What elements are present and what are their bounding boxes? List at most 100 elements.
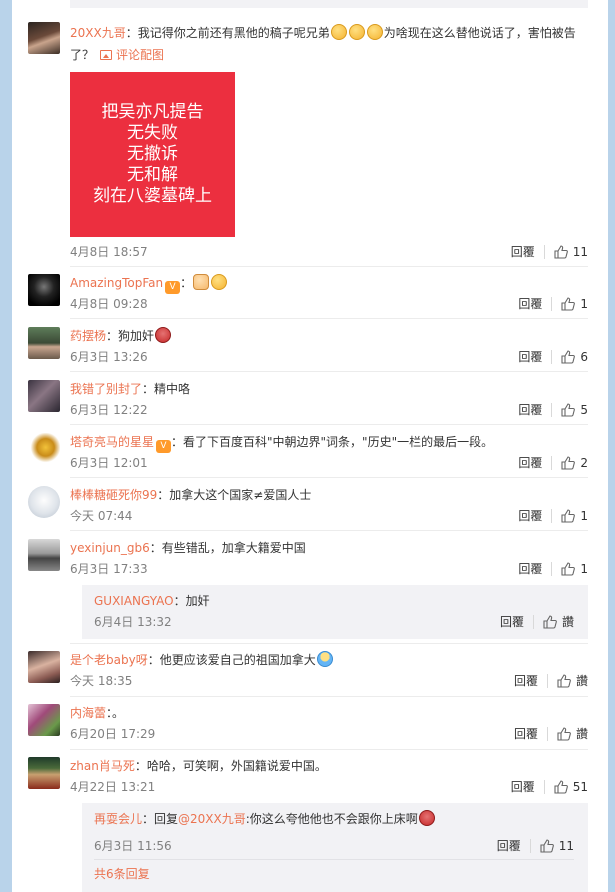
thumb-up-icon[interactable]	[554, 245, 568, 259]
thumb-up-icon[interactable]	[561, 297, 576, 311]
thumb-up-icon[interactable]	[561, 403, 576, 417]
divider	[70, 424, 588, 425]
reply-button[interactable]: 回覆	[518, 508, 542, 524]
reply-list: GUXIANGYAO：加奸 6月4日 13:32 回覆 讚	[82, 585, 588, 639]
like-count: 11	[558, 839, 574, 853]
divider	[94, 859, 574, 860]
comment-actions: 回覆 51	[511, 779, 588, 795]
cover-face-emoji-icon	[418, 810, 435, 826]
reply-list: 再耍会儿：回复@20XX九哥:你这么夸他他也不会跟你上床啊 6月3日 11:56…	[82, 803, 588, 892]
reply-time: 6月4日 13:32	[94, 615, 172, 629]
reply-item: 再耍会儿：回复@20XX九哥:你这么夸他他也不会跟你上床啊 6月3日 11:56…	[94, 809, 574, 853]
comment-item: 塔奇亮马的星星 V ：看了下百度百科"中朝边界"词条，"历史"一栏的最后一段。 6月…	[28, 433, 588, 473]
comment-photo-link[interactable]: 评论配图	[94, 48, 164, 62]
reply-button[interactable]: 回覆	[518, 349, 542, 365]
image-icon	[100, 50, 113, 60]
reply-button[interactable]: 回覆	[511, 244, 535, 260]
reply-button[interactable]: 回覆	[518, 402, 542, 418]
thumb-up-icon[interactable]	[561, 350, 576, 364]
comment-image[interactable]: 把吴亦凡提告 无失败 无撤诉 无和解 刻在八婆墓碑上	[70, 72, 235, 237]
bear-emoji-icon	[316, 651, 333, 667]
username-link[interactable]: AmazingTopFan	[70, 276, 163, 290]
reply-button[interactable]: 回覆	[497, 838, 521, 854]
doge-emoji-icon	[348, 24, 365, 40]
avatar[interactable]	[28, 651, 60, 683]
like-count: 1	[580, 562, 588, 576]
username-link[interactable]: yexinjun_gb6	[70, 541, 150, 555]
username-link[interactable]: 是个老baby呀	[70, 653, 148, 667]
reply-button[interactable]: 回覆	[500, 614, 524, 630]
avatar[interactable]	[28, 22, 60, 54]
username-link[interactable]: 塔奇亮马的星星	[70, 435, 154, 449]
divider	[70, 530, 588, 531]
comment-text: AmazingTopFan V：	[70, 272, 588, 294]
comment-item: 药摆杨：狗加奸 6月3日 13:26 回覆 6	[28, 327, 588, 367]
comment-time: 6月20日 17:29	[70, 727, 156, 741]
comment-item: 内海蕾：。 6月20日 17:29 回覆 讚	[28, 704, 588, 744]
reply-button[interactable]: 回覆	[511, 779, 535, 795]
divider	[70, 318, 588, 319]
reply-button[interactable]: 回覆	[518, 455, 542, 471]
comment-actions: 回覆 2	[518, 455, 588, 471]
comment-time: 6月3日 12:01	[70, 456, 148, 470]
avatar[interactable]	[28, 539, 60, 571]
comment-text: 内海蕾：。	[70, 706, 125, 720]
username-link[interactable]: 再耍会儿	[94, 812, 142, 826]
doge-emoji-icon	[366, 24, 383, 40]
username-link[interactable]: 药摆杨	[70, 329, 106, 343]
username-link[interactable]: 内海蕾	[70, 706, 106, 720]
reply-actions: 回覆 讚	[500, 614, 574, 630]
avatar[interactable]	[28, 327, 60, 359]
like-count: 51	[572, 780, 588, 794]
member-badge-icon: V	[165, 281, 181, 294]
comment-actions: 回覆 讚	[514, 673, 588, 689]
mention-link[interactable]: @20XX九哥	[178, 812, 246, 826]
like-count: 5	[580, 403, 588, 417]
comment-text: zhan肖马死：哈哈，可笑啊，外国籍说爱中国。	[70, 759, 327, 773]
like-count: 11	[572, 245, 588, 259]
like-label[interactable]: 讚	[562, 614, 574, 630]
reply-button[interactable]: 回覆	[514, 673, 538, 689]
reply-time: 6月3日 11:56	[94, 839, 172, 853]
previous-reply-strip	[70, 0, 588, 8]
avatar[interactable]	[28, 380, 60, 412]
thumb-up-icon[interactable]	[561, 562, 576, 576]
reply-button[interactable]: 回覆	[518, 561, 542, 577]
comment-actions: 回覆 6	[518, 349, 588, 365]
comment-item: AmazingTopFan V： 4月8日 09:28 回覆 1	[28, 274, 588, 314]
comment-actions: 回覆 1	[518, 561, 588, 577]
username-link[interactable]: zhan肖马死	[70, 759, 135, 773]
username-link[interactable]: 我错了别封了	[70, 382, 142, 396]
avatar[interactable]	[28, 274, 60, 306]
thumb-up-icon[interactable]	[540, 839, 554, 853]
comment-time: 今天 07:44	[70, 509, 133, 523]
more-replies-link[interactable]: 共6条回复	[94, 866, 150, 882]
avatar[interactable]	[28, 757, 60, 789]
comment-text: 塔奇亮马的星星 V ：看了下百度百科"中朝边界"词条，"历史"一栏的最后一段。	[70, 435, 494, 453]
doge-emoji-icon	[330, 24, 347, 40]
avatar[interactable]	[28, 704, 60, 736]
thumb-up-icon[interactable]	[561, 456, 576, 470]
divider	[70, 696, 588, 697]
reply-text: 再耍会儿：回复@20XX九哥:你这么夸他他也不会跟你上床啊	[94, 809, 574, 829]
reply-item: GUXIANGYAO：加奸 6月4日 13:32 回覆 讚	[94, 591, 574, 635]
comment-text: 是个老baby呀：他更应该爱自己的祖国加拿大	[70, 649, 588, 671]
username-link[interactable]: 棒棒糖砸死你99	[70, 488, 157, 502]
like-label[interactable]: 讚	[576, 673, 588, 689]
like-label[interactable]: 讚	[576, 726, 588, 742]
thumb-up-icon[interactable]	[557, 727, 571, 741]
comment-actions: 回覆 1	[518, 508, 588, 524]
comment-time: 6月3日 17:33	[70, 562, 148, 576]
reply-button[interactable]: 回覆	[514, 726, 538, 742]
comment-text: 药摆杨：狗加奸	[70, 325, 588, 347]
reply-button[interactable]: 回覆	[518, 296, 542, 312]
thumb-up-icon[interactable]	[561, 509, 576, 523]
avatar[interactable]	[28, 433, 60, 465]
username-link[interactable]: GUXIANGYAO	[94, 594, 174, 608]
username-link[interactable]: 20XX九哥	[70, 26, 126, 40]
divider	[70, 371, 588, 372]
thumb-up-icon[interactable]	[543, 615, 557, 629]
thumb-up-icon[interactable]	[554, 780, 568, 794]
thumb-up-icon[interactable]	[557, 674, 571, 688]
avatar[interactable]	[28, 486, 60, 518]
